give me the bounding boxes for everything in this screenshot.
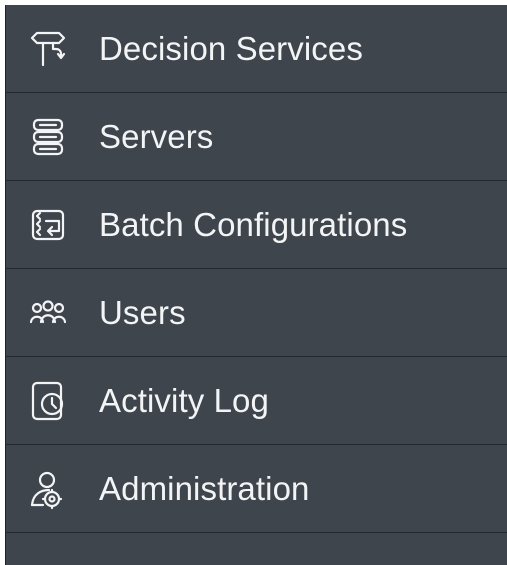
sidebar-item-label: Servers: [99, 118, 214, 155]
sidebar-item-activity-log[interactable]: Activity Log: [6, 357, 507, 445]
users-icon: [23, 288, 73, 338]
sidebar-item-label: Decision Services: [99, 30, 363, 67]
sidebar-item-label: Batch Configurations: [99, 206, 408, 243]
sidebar-item-servers[interactable]: Servers: [6, 93, 507, 181]
sidebar-item-administration[interactable]: Administration: [6, 445, 507, 533]
sidebar-item-label: Activity Log: [99, 382, 269, 419]
sidebar-item-label: Administration: [99, 470, 310, 507]
activity-log-icon: [23, 376, 73, 426]
batch-configurations-icon: [23, 200, 73, 250]
decision-services-icon: [23, 24, 73, 74]
sidebar-item-label: Users: [99, 294, 186, 331]
server-stack-icon: [23, 112, 73, 162]
sidebar-item-users[interactable]: Users: [6, 269, 507, 357]
sidebar-item-decision-services[interactable]: Decision Services: [6, 5, 507, 93]
sidebar: Decision Services Servers Batch Configur…: [5, 5, 507, 565]
sidebar-item-batch-configurations[interactable]: Batch Configurations: [6, 181, 507, 269]
administration-icon: [23, 464, 73, 514]
sidebar-empty-space: [6, 533, 507, 565]
